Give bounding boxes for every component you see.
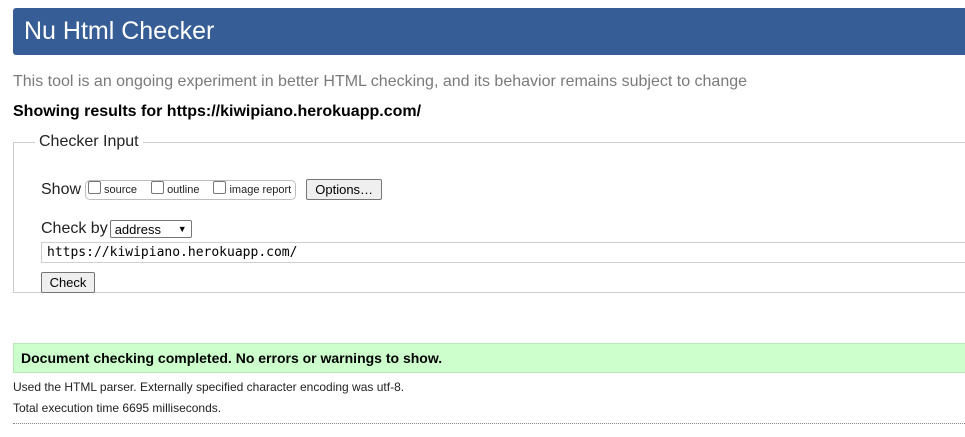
- outline-checkbox[interactable]: [151, 181, 165, 194]
- header-bar: Nu Html Checker: [13, 8, 965, 55]
- image-report-checkbox[interactable]: [213, 181, 227, 194]
- source-label: source: [104, 183, 138, 196]
- check-by-selected-value: address: [114, 221, 161, 237]
- parser-note: Used the HTML parser. Externally specifi…: [13, 380, 405, 394]
- showing-results-heading: Showing results for https://kiwipiano.he…: [13, 103, 422, 120]
- execution-time-note: Total execution time 6695 milliseconds.: [13, 401, 222, 415]
- page-title: Nu Html Checker: [24, 17, 215, 45]
- url-input[interactable]: https://kiwipiano.herokuapp.com/: [41, 242, 965, 263]
- check-by-row: Check by address ▼: [41, 220, 192, 238]
- intro-text: This tool is an ongoing experiment in be…: [13, 73, 748, 90]
- option-source[interactable]: source: [88, 181, 138, 196]
- outline-label: outline: [167, 183, 200, 196]
- show-options-row: Show source outline image report Options…: [41, 179, 383, 200]
- options-button[interactable]: Options…: [306, 179, 383, 200]
- check-button[interactable]: Check: [41, 272, 95, 293]
- option-image-report[interactable]: image report: [213, 181, 292, 196]
- option-outline[interactable]: outline: [151, 181, 200, 196]
- checker-input-legend: Checker Input: [39, 133, 139, 150]
- success-message: Document checking completed. No errors o…: [13, 343, 965, 373]
- page: Nu Html Checker This tool is an ongoing …: [0, 0, 965, 437]
- image-report-label: image report: [229, 183, 292, 196]
- checker-input-fieldset: Checker Input Show source outline image …: [13, 133, 965, 293]
- url-input-value: https://kiwipiano.herokuapp.com/: [47, 245, 298, 260]
- check-by-select[interactable]: address ▼: [109, 220, 192, 238]
- check-by-label: Check by: [41, 220, 108, 237]
- divider: [13, 423, 965, 424]
- show-options-group: source outline image report: [85, 179, 297, 200]
- show-label: Show: [41, 180, 82, 198]
- source-checkbox[interactable]: [88, 181, 102, 194]
- chevron-down-icon: ▼: [177, 224, 187, 234]
